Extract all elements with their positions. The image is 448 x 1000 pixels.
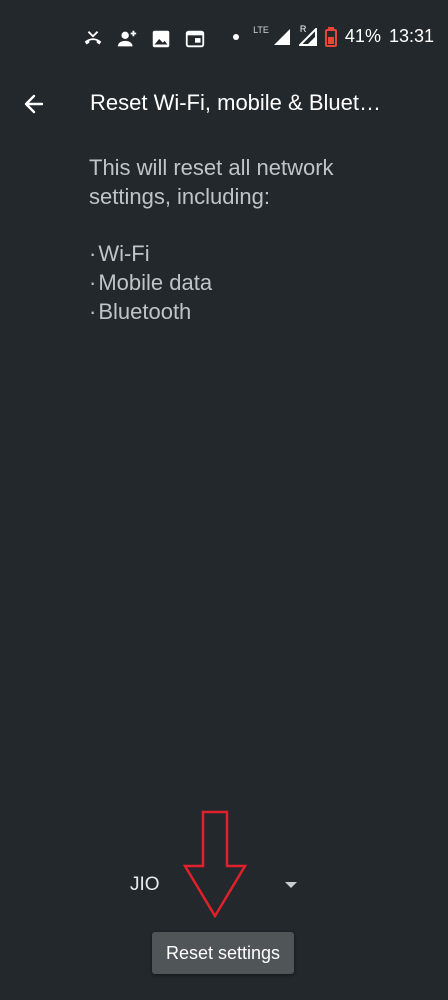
signal-icon — [273, 28, 290, 45]
network-type: LTE — [253, 24, 269, 35]
image-icon — [152, 30, 170, 48]
status-bar: LTE R 41% 13:31 — [0, 0, 448, 80]
signal-sim2-icon: R — [297, 24, 317, 46]
missed-call-icon — [84, 31, 102, 45]
notification-dot — [233, 33, 240, 40]
list-item: Bluetooth — [89, 297, 419, 326]
dropdown-caret-icon — [285, 882, 297, 888]
clock: 13:31 — [388, 26, 434, 46]
notification-icons — [82, 28, 206, 50]
battery-icon — [324, 26, 337, 47]
back-arrow-icon — [24, 94, 44, 114]
calendar-icon — [185, 30, 205, 48]
battery-percent: 41% — [344, 26, 381, 46]
reset-description: This will reset all network settings, in… — [89, 153, 419, 326]
back-button[interactable] — [18, 88, 50, 120]
list-item: Mobile data — [89, 268, 419, 297]
add-contact-icon — [117, 30, 137, 47]
list-item: Wi-Fi — [89, 239, 419, 268]
sim2-label: R — [299, 23, 307, 34]
page-title: Reset Wi-Fi, mobile & Bluet… — [90, 90, 381, 115]
app-bar: Reset Wi-Fi, mobile & Bluet… — [0, 80, 448, 126]
carrier-value: JIO — [130, 874, 160, 895]
down-arrow-annotation-icon — [183, 810, 247, 918]
status-right: LTE R 41% 13:31 — [233, 24, 434, 47]
reset-items-list: Wi-Fi Mobile data Bluetooth — [89, 239, 419, 326]
intro-text: This will reset all network settings, in… — [89, 155, 334, 209]
reset-settings-button[interactable]: Reset settings — [152, 932, 294, 974]
